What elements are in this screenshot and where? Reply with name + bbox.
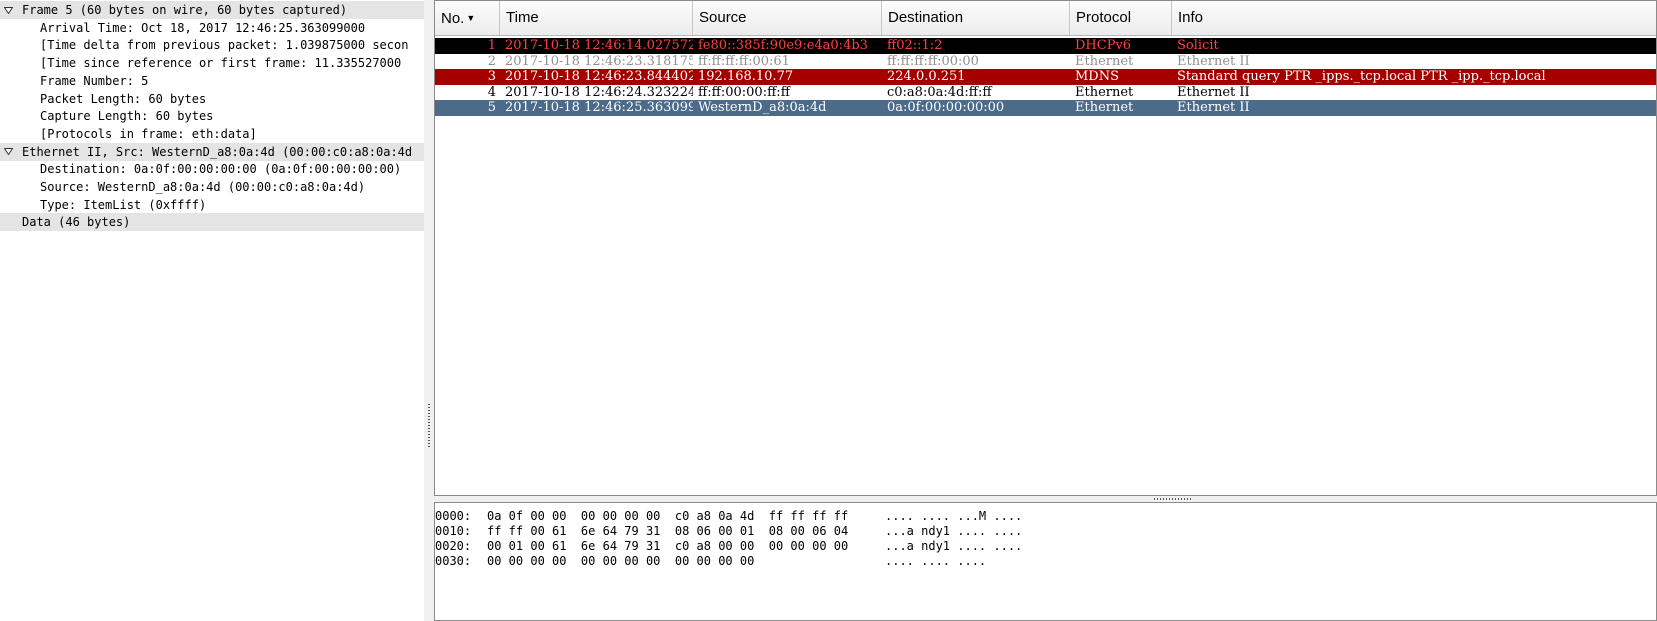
hex-bytes[interactable]: 00 01 00 61 6e 64 79 31 c0 a8 00 00 00 0… (487, 539, 848, 554)
packet-row[interactable]: 2 2017-10-18 12:46:23.318175 ff:ff:ff:ff:0… (435, 53, 1656, 70)
splitter-grip-icon (1154, 498, 1192, 500)
packet-row[interactable]: 1 2017-10-18 12:46:14.027572 fe80::385f:90… (435, 38, 1656, 54)
cell-info: Ethernet II (1177, 100, 1250, 115)
packet-list-pane[interactable]: No. ▼ Time Source Destination Protocol In… (434, 0, 1657, 496)
column-header-destination[interactable]: Destination (882, 1, 1070, 35)
cell-destination: 224.0.0.251 (887, 69, 966, 84)
cell-info: Standard query PTR _ipps._tcp.local PTR … (1177, 69, 1546, 84)
column-header-time[interactable]: Time (500, 1, 693, 35)
tree-node-label: Source: WesternD_a8:0a:4d (00:00:c0:a8:0… (40, 180, 366, 194)
hex-ascii[interactable]: .... .... ...M .... (885, 509, 1022, 524)
cell-no: 2 (487, 53, 496, 69)
tree-node[interactable]: Frame Number: 5 (0, 72, 424, 90)
tree-node-label: [Time delta from previous packet: 1.0398… (40, 38, 409, 53)
column-header-label: Source (699, 9, 747, 26)
cell-no: 1 (487, 38, 496, 53)
cell-source: WesternD_a8:0a:4d (698, 100, 827, 115)
hex-bytes[interactable]: 0a 0f 00 00 00 00 00 00 c0 a8 0a 4d ff f… (487, 509, 848, 524)
packet-list-header: No. ▼ Time Source Destination Protocol In… (435, 1, 1656, 36)
tree-node[interactable]: Frame 5 (60 bytes on wire, 60 bytes capt… (0, 1, 424, 19)
hex-line: 0000: 0a 0f 00 00 00 00 00 00 c0 a8 0a 4d… (435, 509, 1656, 524)
tree-node[interactable]: Type: ItemList (0xffff) (0, 196, 424, 214)
tree-node-label: Destination: 0a:0f:00:00:00:00 (0a:0f:00… (40, 162, 402, 177)
vertical-splitter[interactable] (424, 0, 434, 621)
cell-protocol: DHCPv6 (1075, 38, 1132, 53)
splitter-grip-icon (428, 404, 430, 448)
tree-node[interactable]: Data (46 bytes) (0, 213, 424, 232)
expand-toggle-icon[interactable] (2, 143, 14, 161)
hex-offset[interactable]: 0020: (435, 539, 471, 554)
cell-protocol: Ethernet (1075, 100, 1134, 115)
tree-node-label: Arrival Time: Oct 18, 2017 12:46:25.3630… (40, 20, 366, 35)
cell-info: Ethernet II (1177, 53, 1250, 69)
tree-node[interactable]: [Time since reference or first frame: 11… (0, 54, 424, 72)
cell-destination: c0:a8:0a:4d:ff:ff (887, 84, 992, 100)
tree-node[interactable]: Arrival Time: Oct 18, 2017 12:46:25.3630… (0, 19, 424, 37)
hex-offset[interactable]: 0010: (435, 524, 471, 539)
cell-protocol: MDNS (1075, 69, 1120, 84)
packet-row[interactable]: 5 2017-10-18 12:46:25.363099 WesternD_a8:0… (435, 100, 1656, 116)
tree-node-label: Type: ItemList (0xffff) (40, 197, 207, 212)
cell-time: 2017-10-18 12:46:24.323224 (505, 84, 693, 100)
cell-protocol: Ethernet (1075, 84, 1134, 100)
hex-offset[interactable]: 0030: (435, 554, 471, 569)
tree-node[interactable]: Destination: 0a:0f:00:00:00:00 (0a:0f:00… (0, 160, 424, 178)
cell-source: ff:ff:ff:ff:00:61 (698, 53, 790, 69)
packet-row[interactable]: 3 2017-10-18 12:46:23.844402 192.168.10.77… (435, 69, 1656, 85)
column-header-label: No. (441, 10, 465, 27)
column-header-protocol[interactable]: Protocol (1070, 1, 1172, 35)
tree-node[interactable]: [Protocols in frame: eth:data] (0, 125, 424, 143)
packet-details-pane[interactable]: Frame 5 (60 bytes on wire, 60 bytes capt… (0, 0, 425, 621)
column-header-label: Destination (888, 9, 964, 26)
cell-destination: 0a:0f:00:00:00:00 (887, 100, 1005, 115)
column-header-info[interactable]: Info (1172, 1, 1656, 35)
cell-no: 4 (487, 84, 496, 100)
cell-time: 2017-10-18 12:46:25.363099 (505, 100, 693, 115)
sort-down-icon: ▼ (466, 13, 476, 23)
column-header-label: Info (1178, 9, 1204, 26)
cell-destination: ff02::1:2 (887, 38, 943, 53)
column-header-label: Protocol (1076, 9, 1132, 26)
hex-line: 0010: ff ff 00 61 6e 64 79 31 08 06 00 01… (435, 524, 1656, 539)
tree-node-label: Data (46 bytes) (22, 215, 131, 230)
column-header-source[interactable]: Source (693, 1, 882, 35)
cell-time: 2017-10-18 12:46:14.027572 (505, 38, 693, 53)
hex-dump-pane[interactable]: 0000: 0a 0f 00 00 00 00 00 00 c0 a8 0a 4d… (434, 502, 1657, 621)
tree-node[interactable]: [Time delta from previous packet: 1.0398… (0, 36, 424, 54)
column-header-label: Time (506, 9, 539, 26)
tree-node[interactable]: Packet Length: 60 bytes (0, 90, 424, 108)
tree-node-label: [Protocols in frame: eth:data] (40, 126, 257, 141)
tree-node[interactable]: Source: WesternD_a8:0a:4d (00:00:c0:a8:0… (0, 178, 424, 196)
column-header-no[interactable]: No. ▼ (435, 1, 500, 35)
hex-ascii[interactable]: ...a ndy1 .... .... (885, 524, 1022, 539)
hex-ascii[interactable]: .... .... .... (885, 554, 986, 569)
tree-node-label: [Time since reference or first frame: 11… (40, 56, 402, 71)
hex-line: 0020: 00 01 00 61 6e 64 79 31 c0 a8 00 00… (435, 539, 1656, 554)
tree-node-label: Ethernet II, Src: WesternD_a8:0a:4d (00:… (22, 144, 413, 159)
cell-protocol: Ethernet (1075, 53, 1134, 69)
tree-node-label: Capture Length: 60 bytes (40, 109, 214, 124)
tree-node[interactable]: Capture Length: 60 bytes (0, 107, 424, 125)
tree-node[interactable]: Ethernet II, Src: WesternD_a8:0a:4d (00:… (0, 142, 424, 161)
cell-info: Solicit (1177, 38, 1219, 53)
hex-ascii[interactable]: ...a ndy1 .... .... (885, 539, 1022, 554)
hex-offset[interactable]: 0000: (435, 509, 471, 524)
cell-source: fe80::385f:90e9:e4a0:4b3 (698, 38, 868, 53)
cell-source: ff:ff:00:00:ff:ff (698, 84, 790, 100)
cell-info: Ethernet II (1177, 84, 1250, 100)
cell-no: 5 (487, 100, 496, 115)
cell-time: 2017-10-18 12:46:23.844402 (505, 69, 693, 84)
hex-bytes[interactable]: ff ff 00 61 6e 64 79 31 08 06 00 01 08 0… (487, 524, 848, 539)
cell-no: 3 (487, 69, 496, 84)
tree-node-label: Frame 5 (60 bytes on wire, 60 bytes capt… (22, 3, 348, 17)
expand-toggle-icon[interactable] (2, 1, 14, 19)
hex-bytes[interactable]: 00 00 00 00 00 00 00 00 00 00 00 00 (487, 554, 754, 569)
cell-source: 192.168.10.77 (698, 69, 794, 84)
cell-destination: ff:ff:ff:ff:00:00 (887, 53, 979, 69)
tree-node-label: Frame Number: 5 (40, 73, 149, 88)
packet-row[interactable]: 4 2017-10-18 12:46:24.323224 ff:ff:00:00:f… (435, 84, 1656, 101)
hex-line: 0030: 00 00 00 00 00 00 00 00 00 00 00 00… (435, 554, 1656, 569)
cell-time: 2017-10-18 12:46:23.318175 (505, 53, 693, 69)
tree-node-label: Packet Length: 60 bytes (40, 91, 207, 106)
